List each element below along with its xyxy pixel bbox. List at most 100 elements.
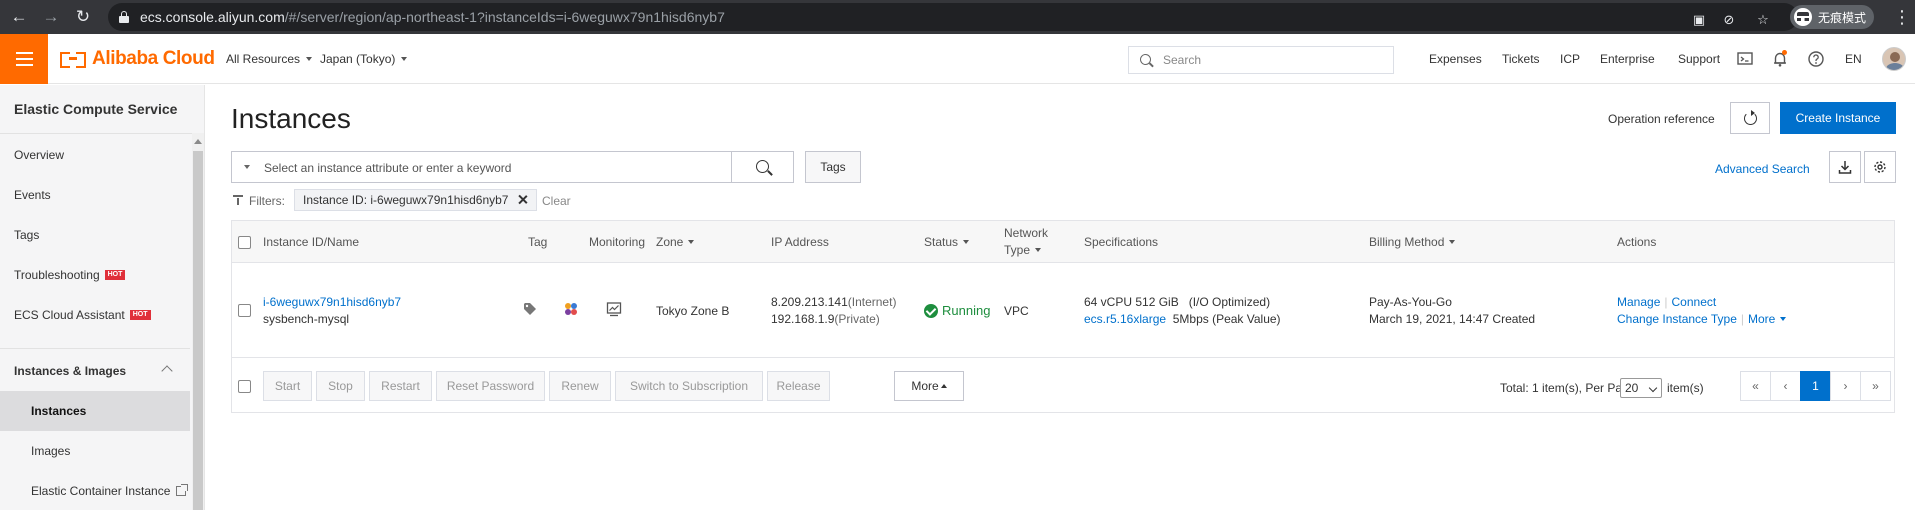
region-selector[interactable]: Japan (Tokyo) (320, 52, 408, 66)
sidebar-section-label: Instances & Images (14, 364, 127, 378)
nav-link-support[interactable]: Support (1678, 52, 1720, 66)
column-header-network-type[interactable]: Network Type (1004, 221, 1048, 263)
instance-type-link[interactable]: ecs.r5.16xlarge (1084, 312, 1166, 326)
column-settings-button[interactable] (1864, 151, 1896, 183)
page-last-button[interactable]: » (1860, 371, 1891, 401)
advanced-search-link[interactable]: Advanced Search (1715, 162, 1810, 176)
keyword-search-box[interactable] (231, 151, 794, 183)
chevron-down-icon (401, 57, 408, 61)
start-button[interactable]: Start (263, 371, 312, 401)
incognito-indicator[interactable]: 无痕模式 (1790, 5, 1875, 29)
instance-id-link[interactable]: i-6weguwx79n1hisd6nyb7 (263, 294, 401, 311)
filter-chip[interactable]: Instance ID: i-6weguwx79n1hisd6nyb7 (294, 189, 538, 211)
page-next-button[interactable]: › (1830, 371, 1861, 401)
column-header-tag: Tag (528, 235, 548, 249)
create-instance-button[interactable]: Create Instance (1780, 102, 1896, 134)
batch-more-button[interactable]: More (894, 371, 964, 401)
more-actions-link[interactable]: More (1748, 312, 1787, 326)
column-header-label: Status (924, 235, 959, 249)
chevron-down-icon (306, 57, 313, 61)
sidebar-scrollbar-thumb[interactable] (193, 151, 203, 510)
sidebar-item-tags[interactable]: Tags (0, 215, 190, 255)
nav-link-icp[interactable]: ICP (1560, 52, 1580, 66)
sidebar-item-label: Images (31, 444, 71, 458)
column-header-label: Billing Method (1369, 235, 1445, 249)
avatar[interactable] (1882, 47, 1906, 71)
nav-link-expenses[interactable]: Expenses (1429, 52, 1482, 66)
reload-icon[interactable]: ↻ (70, 0, 96, 34)
stop-button[interactable]: Stop (316, 371, 365, 401)
sidebar-item-images[interactable]: Images (0, 431, 190, 471)
column-header-ip-address: IP Address (771, 235, 829, 249)
back-icon[interactable]: ← (6, 0, 32, 34)
address-bar[interactable]: ecs.console.aliyun.com/#/server/region/a… (108, 3, 1798, 31)
nav-link-enterprise[interactable]: Enterprise (1600, 52, 1655, 66)
console-topbar: Alibaba Cloud All Resources Japan (Tokyo… (0, 34, 1915, 84)
tag-icon[interactable] (523, 302, 537, 321)
sidebar-item-instances[interactable]: Instances (0, 391, 190, 431)
refresh-button[interactable] (1730, 102, 1770, 134)
status-cell: Running (924, 302, 990, 320)
sidebar-item-troubleshooting[interactable]: Troubleshooting HOT (0, 255, 190, 295)
close-icon[interactable] (517, 194, 528, 205)
keyword-search-button[interactable] (731, 151, 794, 183)
select-all-checkbox[interactable] (238, 236, 251, 249)
column-header-zone[interactable]: Zone (656, 221, 695, 263)
sort-icon (1449, 240, 1456, 244)
clear-filters-link[interactable]: Clear (542, 194, 571, 208)
star-icon[interactable]: ☆ (1754, 11, 1772, 29)
bell-icon[interactable] (1771, 50, 1789, 68)
chevron-down-icon[interactable] (244, 165, 250, 169)
sidebar-item-events[interactable]: Events (0, 175, 190, 215)
eye-off-icon[interactable]: ⊘ (1720, 11, 1738, 29)
switch-to-subscription-button[interactable]: Switch to Subscription (615, 371, 763, 401)
restart-button[interactable]: Restart (369, 371, 432, 401)
terminal-icon[interactable] (1736, 50, 1754, 68)
column-header-status[interactable]: Status (924, 221, 970, 263)
global-search-input[interactable] (1163, 51, 1383, 69)
url-text[interactable]: ecs.console.aliyun.com/#/server/region/a… (140, 9, 725, 25)
per-page-select[interactable]: 20 (1620, 378, 1662, 398)
sort-icon (963, 240, 970, 244)
scroll-up-icon[interactable] (194, 139, 202, 144)
row-checkbox[interactable] (238, 304, 251, 317)
tags-button[interactable]: Tags (805, 151, 861, 183)
export-button[interactable] (1829, 151, 1861, 183)
sidebar-item-overview[interactable]: Overview (0, 135, 190, 175)
sidebar-section-instances-images[interactable]: Instances & Images (0, 351, 190, 391)
nav-link-tickets[interactable]: Tickets (1502, 52, 1540, 66)
global-search[interactable] (1128, 46, 1394, 74)
forward-icon[interactable]: → (38, 0, 64, 34)
sidebar-item-elastic-container-instance[interactable]: Elastic Container Instance (0, 471, 190, 511)
page-1-button[interactable]: 1 (1800, 371, 1831, 401)
release-button[interactable]: Release (767, 371, 830, 401)
browser-menu-icon[interactable]: ⋮ (1893, 0, 1911, 34)
hamburger-menu-icon[interactable] (0, 34, 48, 84)
column-header-instance-id: Instance ID/Name (263, 235, 360, 249)
chevron-down-icon (1780, 317, 1787, 321)
translate-icon[interactable]: ▣ (1690, 11, 1708, 29)
alibaba-cloud-logo[interactable]: Alibaba Cloud (60, 48, 215, 70)
manage-link[interactable]: Manage (1617, 295, 1660, 309)
incognito-label: 无痕模式 (1818, 10, 1867, 25)
change-instance-type-link[interactable]: Change Instance Type (1617, 312, 1737, 326)
reset-password-button[interactable]: Reset Password (436, 371, 545, 401)
sidebar-item-ecs-cloud-assistant[interactable]: ECS Cloud Assistant HOT (0, 295, 190, 335)
search-icon (1140, 54, 1151, 65)
keyword-search-input[interactable] (264, 159, 744, 177)
page-prev-button[interactable]: ‹ (1770, 371, 1801, 401)
column-header-billing-method[interactable]: Billing Method (1369, 221, 1456, 263)
operation-reference-link[interactable]: Operation reference (1608, 112, 1715, 126)
monitoring-icon[interactable] (606, 301, 622, 322)
connect-link[interactable]: Connect (1672, 295, 1717, 309)
language-switch[interactable]: EN (1845, 52, 1862, 66)
resource-group-selector[interactable]: All Resources (226, 52, 313, 66)
ip-address-cell: 8.209.213.141(Internet) 192.168.1.9(Priv… (771, 294, 896, 328)
app-icon[interactable] (563, 301, 579, 322)
renew-button[interactable]: Renew (549, 371, 611, 401)
select-all-checkbox-footer[interactable] (238, 380, 251, 393)
sidebar-item-label: Tags (14, 228, 40, 242)
page-first-button[interactable]: « (1740, 371, 1771, 401)
help-icon[interactable] (1807, 50, 1825, 68)
sidebar-item-label: Events (14, 188, 51, 202)
